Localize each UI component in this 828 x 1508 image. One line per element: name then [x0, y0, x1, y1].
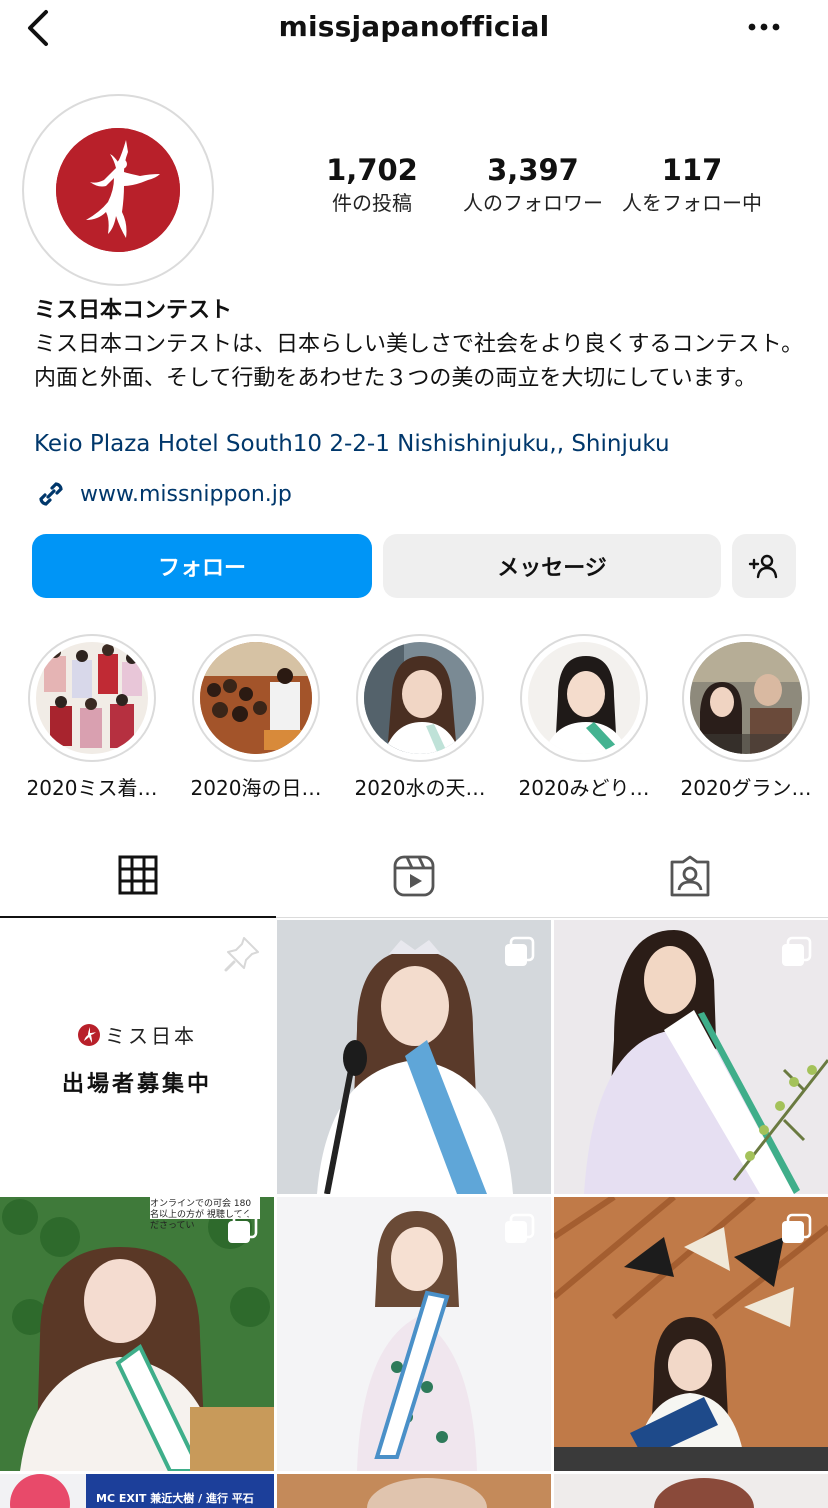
story-highlight-2[interactable]: 2020海の日…	[176, 634, 336, 801]
story-highlight-1[interactable]: 2020ミス着…	[12, 634, 172, 801]
highlight-photo-collage	[36, 642, 148, 754]
posts-count-value: 1,702	[326, 153, 418, 187]
post-tile-2[interactable]	[277, 920, 551, 1194]
highlight-cover	[200, 642, 312, 754]
posts-count[interactable]: 1,702 件の投稿	[312, 152, 432, 218]
recruit-brand-row: ミス日本	[0, 1020, 274, 1049]
post-tile-6[interactable]	[554, 1197, 828, 1471]
brand-logo	[56, 128, 180, 252]
tagged-person-icon	[670, 855, 710, 897]
profile-bio: ミス日本コンテストは、日本らしい美しさで社会をより良くするコンテスト。内面と外面…	[34, 332, 804, 391]
add-person-icon	[748, 554, 778, 579]
following-count-label: 人をフォロー中	[622, 191, 762, 215]
brand-logo-small-icon	[78, 1024, 100, 1046]
highlight-ring	[356, 634, 484, 762]
story-highlight-4[interactable]: 2020みどり…	[504, 634, 664, 801]
highlight-cover	[364, 642, 476, 754]
highlight-cover	[528, 642, 640, 754]
post-tile-5[interactable]	[277, 1197, 551, 1471]
profile-username: missjapanofficial	[278, 10, 550, 43]
dancer-logo-icon	[56, 128, 180, 252]
post-tile-pinned[interactable]: ミス日本 出場者募集中	[0, 920, 274, 1194]
tab-tagged[interactable]	[552, 834, 828, 918]
top-bar: missjapanofficial	[0, 0, 828, 56]
tab-posts-grid[interactable]	[0, 834, 276, 918]
carousel-icon	[782, 936, 812, 966]
following-count-value: 117	[661, 153, 723, 187]
carousel-icon	[505, 936, 535, 966]
followers-count[interactable]: 3,397 人のフォロワー	[458, 152, 608, 218]
link-icon	[39, 482, 63, 506]
post-tile-8[interactable]	[277, 1474, 551, 1508]
following-count[interactable]: 117 人をフォロー中	[618, 152, 766, 218]
profile-website-link[interactable]: www.missnippon.jp	[34, 474, 292, 514]
posts-grid: ミス日本 出場者募集中 オンラインでの可会 180名以上の方が 視聴してくださっ…	[0, 920, 828, 1508]
suggest-people-button[interactable]	[732, 534, 796, 598]
more-horizontal-icon	[748, 23, 780, 31]
story-highlight-5[interactable]: 2020グラン…	[666, 634, 826, 801]
tab-reels[interactable]	[276, 834, 552, 918]
more-options-button[interactable]	[744, 16, 784, 38]
recruit-headline: 出場者募集中	[61, 1071, 212, 1097]
post-photo	[554, 1474, 828, 1508]
highlight-label: 2020みどり…	[518, 776, 650, 800]
highlight-cover	[36, 642, 148, 754]
profile-tabs	[0, 834, 828, 918]
posts-count-label: 件の投稿	[332, 191, 412, 215]
pin-icon	[224, 937, 259, 972]
post-overlay-credit: MC EXIT 兼近大樹 / 進行 平石	[96, 1492, 254, 1505]
story-highlight-3[interactable]: 2020水の天…	[340, 634, 500, 801]
post-tile-4[interactable]: オンラインでの可会 180名以上の方が 視聴してくださってい	[0, 1197, 274, 1471]
carousel-icon	[505, 1213, 535, 1243]
highlight-ring	[520, 634, 648, 762]
carousel-icon	[228, 1213, 258, 1243]
post-photo	[277, 1474, 551, 1508]
reels-icon	[393, 855, 435, 897]
highlight-portrait-photo	[528, 642, 640, 754]
highlight-ring	[28, 634, 156, 762]
highlight-label: 2020ミス着…	[26, 776, 158, 800]
profile-display-name: ミス日本コンテスト	[34, 298, 233, 323]
grid-icon	[118, 855, 158, 895]
carousel-icon	[782, 1213, 812, 1243]
highlight-label: 2020グラン…	[680, 776, 812, 800]
recruit-brand-text: ミス日本	[105, 1024, 197, 1048]
highlight-cover	[690, 642, 802, 754]
highlight-label: 2020水の天…	[354, 776, 486, 800]
highlight-label: 2020海の日…	[190, 776, 322, 800]
website-url: www.missnippon.jp	[80, 481, 292, 507]
followers-count-value: 3,397	[487, 153, 579, 187]
highlight-group-photo	[690, 642, 802, 754]
post-tile-3[interactable]	[554, 920, 828, 1194]
highlight-portrait-photo	[364, 642, 476, 754]
profile-address-link[interactable]: Keio Plaza Hotel South10 2-2-1 Nishishin…	[34, 431, 670, 457]
highlight-ring	[192, 634, 320, 762]
followers-count-label: 人のフォロワー	[463, 191, 603, 215]
message-button[interactable]: メッセージ	[383, 534, 721, 598]
profile-avatar[interactable]	[22, 94, 214, 286]
post-tile-9[interactable]	[554, 1474, 828, 1508]
follow-button[interactable]: フォロー	[32, 534, 372, 598]
highlight-crowd-photo	[200, 642, 312, 754]
post-tile-7[interactable]: MC EXIT 兼近大樹 / 進行 平石	[0, 1474, 274, 1508]
highlight-ring	[682, 634, 810, 762]
